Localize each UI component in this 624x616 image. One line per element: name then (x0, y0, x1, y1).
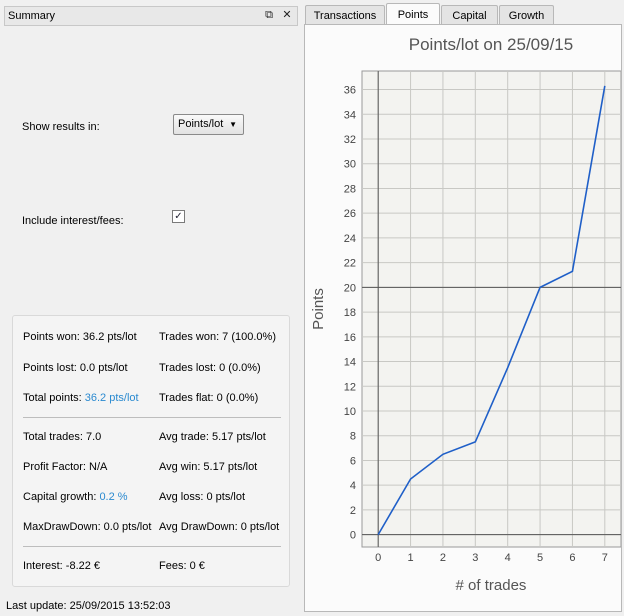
y-tick-label: 36 (344, 85, 356, 97)
plot-area (361, 70, 622, 548)
y-tick-label: 18 (344, 307, 356, 319)
capital-growth: Capital growth: 0.2 % (23, 491, 128, 503)
show-results-label: Show results in: (22, 121, 100, 133)
fees: Fees: 0 € (159, 560, 205, 572)
stats-divider (23, 546, 281, 547)
avg-trade: Avg trade: 5.17 pts/lot (159, 431, 266, 443)
x-tick-label: 3 (472, 552, 478, 564)
total-trades: Total trades: 7.0 (23, 431, 102, 443)
y-tick-label: 34 (344, 109, 356, 121)
chevron-down-icon: ▼ (229, 120, 237, 129)
show-results-value: Points/lot (178, 118, 224, 130)
trades-lost: Trades lost: 0 (0.0%) (159, 362, 261, 374)
trades-flat: Trades flat: 0 (0.0%) (159, 392, 259, 404)
avg-loss: Avg loss: 0 pts/lot (159, 491, 246, 503)
tab-bar: Transactions Points Capital Growth (305, 3, 555, 25)
points-lost: Points lost: 0.0 pts/lot (23, 362, 128, 374)
avg-win: Avg win: 5.17 pts/lot (159, 461, 258, 473)
chart-title: Points/lot on 25/09/15 (409, 35, 573, 54)
include-fees-row: Include interest/fees: ✓ (22, 210, 185, 227)
include-fees-label: Include interest/fees: (22, 215, 124, 227)
capital-growth-label: Capital growth: (23, 491, 100, 503)
max-drawdown: MaxDrawDown: 0.0 pts/lot (23, 521, 152, 533)
y-tick-label: 28 (344, 183, 356, 195)
tab-capital[interactable]: Capital (441, 5, 498, 25)
y-tick-label: 0 (350, 530, 356, 542)
tab-points[interactable]: Points (386, 3, 440, 25)
y-tick-label: 24 (344, 233, 356, 245)
y-tick-label: 2 (350, 505, 356, 517)
tab-transactions[interactable]: Transactions (305, 5, 385, 25)
y-tick-label: 30 (344, 159, 356, 171)
profit-factor: Profit Factor: N/A (23, 461, 108, 473)
x-tick-label: 4 (505, 552, 511, 564)
y-tick-label: 32 (344, 134, 356, 146)
x-tick-label: 1 (408, 552, 414, 564)
y-tick-label: 20 (344, 282, 356, 294)
last-update: Last update: 25/09/2015 13:52:03 (6, 600, 171, 612)
points-won: Points won: 36.2 pts/lot (23, 331, 137, 343)
include-fees-checkbox[interactable]: ✓ (172, 210, 185, 223)
show-results-combo[interactable]: Points/lot ▼ (173, 114, 244, 135)
trades-won: Trades won: 7 (100.0%) (159, 331, 276, 343)
y-tick-label: 12 (344, 381, 356, 393)
capital-growth-value: 0.2 % (99, 491, 128, 503)
total-points: Total points: 36.2 pts/lot (23, 392, 139, 404)
show-results-row: Show results in: Points/lot ▼ (22, 114, 244, 135)
x-tick-label: 7 (602, 552, 608, 564)
y-tick-label: 16 (344, 332, 356, 344)
x-tick-label: 0 (375, 552, 381, 564)
y-tick-label: 14 (344, 357, 356, 369)
y-axis-label: Points (310, 288, 327, 330)
y-tick-label: 8 (350, 431, 356, 443)
y-tick-label: 22 (344, 258, 356, 270)
y-tick-label: 10 (344, 406, 356, 418)
close-icon[interactable]: ✕ (281, 9, 293, 22)
total-points-value: 36.2 pts/lot (84, 392, 139, 404)
float-icon[interactable]: ⧉ (263, 9, 275, 22)
checkmark-icon: ✓ (174, 211, 183, 222)
y-tick-label: 6 (350, 455, 356, 467)
stats-panel: Points won: 36.2 pts/lot Trades won: 7 (… (12, 315, 290, 587)
interest: Interest: -8.22 € (23, 560, 101, 572)
avg-drawdown: Avg DrawDown: 0 pts/lot (159, 521, 280, 533)
dock-title-bar: Summary ⧉ ✕ (4, 6, 298, 26)
summary-dock: Summary ⧉ ✕ Show results in: Points/lot … (4, 4, 298, 596)
dock-title: Summary (8, 10, 56, 22)
points-tab-pane: 0 1 2 3 4 5 6 7 0 2 4 6 8 10 12 14 16 18 20 22 24 26 28 30 32 34 3… (304, 24, 622, 612)
y-tick-label: 4 (350, 480, 356, 492)
x-axis-label: # of trades (456, 577, 527, 594)
x-tick-label: 5 (537, 552, 543, 564)
x-tick-label: 2 (440, 552, 446, 564)
y-tick-label: 26 (344, 208, 356, 220)
tab-growth[interactable]: Growth (499, 5, 554, 25)
total-points-label: Total points: (23, 392, 85, 404)
stats-divider (23, 417, 281, 418)
points-chart: 0 1 2 3 4 5 6 702468101214161820222426283032343… (310, 35, 622, 594)
x-tick-label: 6 (569, 552, 575, 564)
